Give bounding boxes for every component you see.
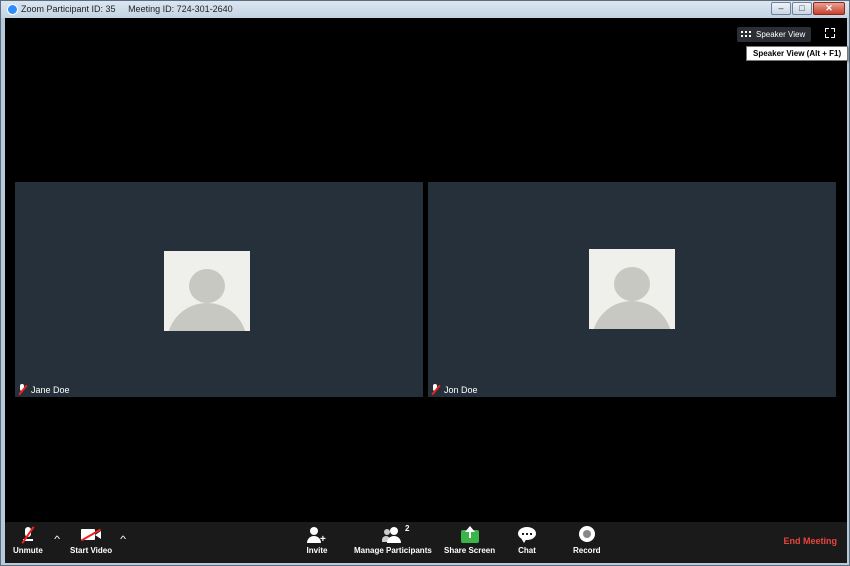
- share-screen-icon: [459, 526, 481, 544]
- unmute-label: Unmute: [13, 546, 43, 555]
- end-meeting-button[interactable]: End Meeting: [784, 536, 838, 546]
- chat-bubble-icon: [516, 526, 538, 544]
- participant-name-tag: Jon Doe: [431, 384, 478, 396]
- gallery-grid-icon: [741, 31, 751, 38]
- participant-name: Jon Doe: [444, 384, 478, 395]
- chat-label: Chat: [518, 546, 536, 555]
- avatar-placeholder: [589, 249, 675, 329]
- share-screen-label: Share Screen: [444, 546, 496, 555]
- record-button[interactable]: Record: [573, 526, 601, 555]
- window-controls: – □ ✕: [771, 2, 845, 15]
- invite-person-icon: +: [306, 526, 328, 545]
- muted-mic-icon: [431, 384, 441, 396]
- speaker-view-button[interactable]: Speaker View: [737, 27, 812, 42]
- start-video-label: Start Video: [70, 546, 113, 555]
- avatar-placeholder: [164, 251, 250, 331]
- video-camera-off-icon: [80, 526, 102, 544]
- meeting-area: Speaker View Speaker View (Alt + F1) Jan…: [5, 18, 849, 563]
- close-button[interactable]: ✕: [813, 2, 845, 15]
- participant-name-tag: Jane Doe: [18, 384, 70, 396]
- unmute-button[interactable]: Unmute: [13, 526, 43, 555]
- manage-participants-label: Manage Participants: [354, 546, 432, 555]
- manage-participants-button[interactable]: 2 Manage Participants: [354, 524, 432, 555]
- zoom-app-icon: [7, 4, 18, 15]
- fullscreen-icon[interactable]: [825, 28, 835, 38]
- muted-mic-icon: [18, 384, 28, 396]
- invite-label: Invite: [306, 546, 328, 555]
- audio-options-caret[interactable]: ^: [54, 534, 60, 544]
- start-video-button[interactable]: Start Video: [70, 526, 112, 555]
- participants-icon: [381, 526, 404, 544]
- participant-name: Jane Doe: [31, 384, 70, 395]
- window-title: Zoom Participant ID: 35 Meeting ID: 724-…: [21, 4, 243, 14]
- meeting-toolbar: Unmute ^ Start Video ^ + Invite 2 Manage…: [5, 522, 847, 563]
- video-options-caret[interactable]: ^: [120, 534, 126, 544]
- participant-id: Zoom Participant ID: 35: [21, 4, 116, 14]
- maximize-button[interactable]: □: [792, 2, 812, 15]
- meeting-id: Meeting ID: 724-301-2640: [128, 4, 233, 14]
- zoom-window: Zoom Participant ID: 35 Meeting ID: 724-…: [0, 0, 850, 566]
- title-bar: Zoom Participant ID: 35 Meeting ID: 724-…: [1, 1, 849, 18]
- minimize-button[interactable]: –: [771, 2, 791, 15]
- participant-tile[interactable]: Jane Doe: [15, 182, 423, 397]
- chat-button[interactable]: Chat: [516, 526, 538, 555]
- microphone-muted-icon: [17, 526, 39, 544]
- speaker-view-label: Speaker View: [756, 30, 806, 39]
- invite-button[interactable]: + Invite: [306, 526, 328, 555]
- record-label: Record: [573, 546, 601, 555]
- share-screen-button[interactable]: Share Screen: [444, 526, 495, 555]
- participant-count: 2: [405, 524, 410, 533]
- speaker-view-tooltip: Speaker View (Alt + F1): [746, 46, 849, 61]
- record-icon: [576, 526, 598, 544]
- participant-tile[interactable]: Jon Doe: [428, 182, 836, 397]
